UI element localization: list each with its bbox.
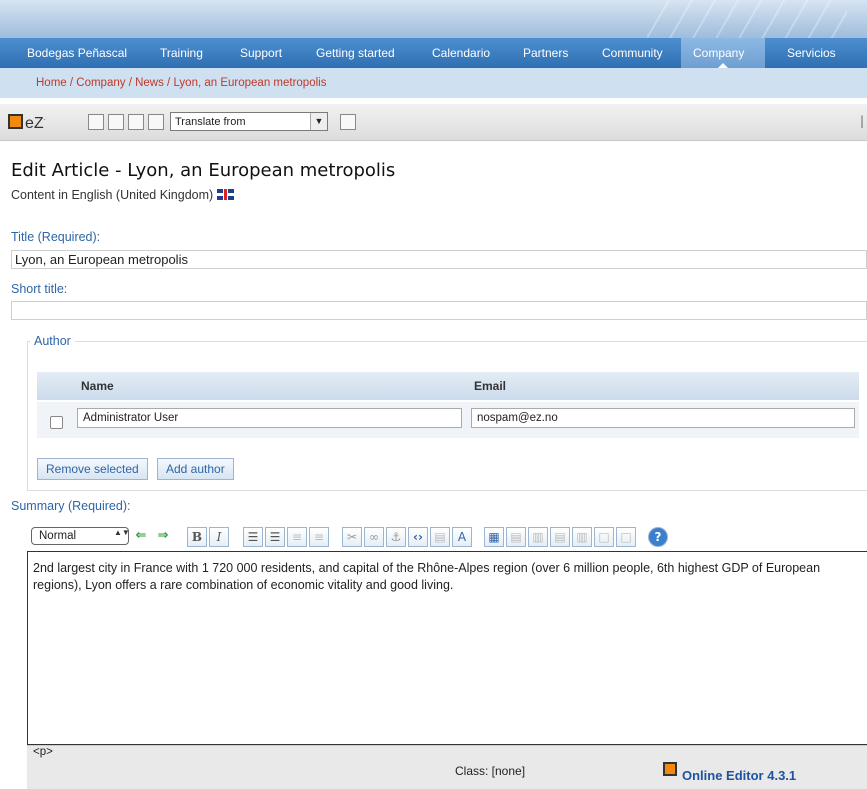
ez-logo-mark: ·: [43, 116, 47, 124]
outdent-list-icon[interactable]: ≡: [287, 527, 307, 547]
ordered-list-icon[interactable]: ☰: [243, 527, 263, 547]
breadcrumb-news[interactable]: News: [135, 77, 164, 89]
menu-item-support[interactable]: Support: [228, 38, 294, 68]
literal-icon[interactable]: ‹›: [408, 527, 428, 547]
online-editor-version-text: Online Editor 4.3.1: [682, 768, 797, 783]
link-icon[interactable]: ✂: [342, 527, 362, 547]
breadcrumb-home[interactable]: Home: [36, 77, 67, 89]
breadcrumb-bar: Home / Company / News / Lyon, an Europea…: [0, 68, 867, 98]
ez-logo[interactable]: eZ·: [8, 114, 46, 133]
menu-item-getting-started[interactable]: Getting started: [304, 38, 407, 68]
ez-logo-icon: [8, 114, 23, 129]
preview-icon[interactable]: [148, 114, 164, 130]
author-table-header: Name Email: [37, 372, 859, 400]
table-col-icon[interactable]: ▥: [528, 527, 548, 547]
add-author-button[interactable]: Add author: [157, 458, 234, 480]
class-indicator: Class: [none]: [455, 764, 526, 778]
online-editor-version[interactable]: Online Editor 4.3.1: [663, 762, 796, 783]
help-icon[interactable]: ?: [648, 527, 668, 547]
menu-item-calendario[interactable]: Calendario: [420, 38, 502, 68]
format-icon[interactable]: A: [452, 527, 472, 547]
translate-from-select[interactable]: Translate from ▼: [170, 112, 328, 131]
menu-item-servicios[interactable]: Servicios: [775, 38, 848, 68]
select-spinner-icon: ▲▼: [114, 528, 130, 537]
menu-item-community[interactable]: Community: [590, 38, 675, 68]
translate-from-value: Translate from: [175, 116, 246, 128]
anchor-icon[interactable]: ⚓: [386, 527, 406, 547]
fullscreen-icon[interactable]: □: [594, 527, 614, 547]
ez-logo-text: eZ: [25, 115, 44, 132]
page-icon[interactable]: ▤: [430, 527, 450, 547]
remove-selected-button[interactable]: Remove selected: [37, 458, 148, 480]
menu-item-training[interactable]: Training: [148, 38, 215, 68]
short-title-input[interactable]: [11, 301, 867, 320]
unordered-list-icon[interactable]: ☰: [265, 527, 285, 547]
element-path[interactable]: <p>: [33, 746, 53, 758]
table-icon[interactable]: ▦: [484, 527, 504, 547]
editor-toolbar: Normal ▲▼ ⇐ ⇒ B I ☰ ☰ ≡ ≡ ✂ ∞ ⚓ ‹› ▤ A ▦ …: [27, 524, 867, 550]
author-col-name: Name: [81, 379, 114, 393]
chevron-down-icon[interactable]: ▼: [310, 113, 327, 130]
table-row: Administrator User nospam@ez.no: [37, 402, 859, 438]
italic-button[interactable]: I: [209, 527, 229, 547]
outdent-arrow-icon[interactable]: ⇐: [131, 527, 151, 547]
unlink-icon[interactable]: ∞: [364, 527, 384, 547]
menu-item-bodegas[interactable]: Bodegas Peñascal: [15, 38, 139, 68]
author-select-checkbox[interactable]: [50, 416, 63, 429]
language-label: Content in English (United Kingdom): [11, 188, 214, 202]
summary-label: Summary (Required):: [11, 499, 131, 513]
online-editor-logo-icon: [663, 762, 677, 776]
title-input[interactable]: Lyon, an European metropolis: [11, 250, 867, 269]
table-split-icon[interactable]: ▥: [572, 527, 592, 547]
editor-statusbar: <p> Class: [none] Online Editor 4.3.1: [27, 745, 867, 789]
file-icon[interactable]: [108, 114, 124, 130]
restore-icon[interactable]: □: [616, 527, 636, 547]
breadcrumb-company[interactable]: Company: [76, 77, 125, 89]
menu-item-partners[interactable]: Partners: [511, 38, 580, 68]
copy-icon[interactable]: [88, 114, 104, 130]
author-email-input[interactable]: nospam@ez.no: [471, 408, 855, 428]
translate-icon[interactable]: [340, 114, 356, 130]
move-icon[interactable]: [128, 114, 144, 130]
short-title-label: Short title:: [11, 282, 68, 296]
paragraph-style-select[interactable]: Normal ▲▼: [31, 527, 130, 545]
paragraph-style-value: Normal: [39, 530, 77, 542]
table-merge-icon[interactable]: ▤: [550, 527, 570, 547]
table-row-icon[interactable]: ▤: [506, 527, 526, 547]
title-label: Title (Required):: [11, 230, 101, 244]
breadcrumb-current[interactable]: Lyon, an European metropolis: [173, 77, 326, 89]
bold-button[interactable]: B: [187, 527, 207, 547]
content-language: Content in English (United Kingdom): [11, 188, 235, 202]
breadcrumb-separator: /: [125, 77, 136, 89]
author-name-input[interactable]: Administrator User: [77, 408, 462, 428]
site-banner: [0, 0, 867, 38]
menu-item-company[interactable]: Company: [681, 38, 765, 68]
author-legend: Author: [34, 334, 71, 348]
banner-decoration: [647, 0, 847, 38]
main-menu: Bodegas Peñascal Training Support Gettin…: [0, 38, 867, 68]
breadcrumb: Home / Company / News / Lyon, an Europea…: [36, 68, 326, 98]
author-col-email: Email: [474, 379, 507, 393]
breadcrumb-separator: /: [163, 77, 174, 89]
toolbar-overflow-icon: |: [860, 114, 865, 128]
breadcrumb-separator: /: [66, 77, 77, 89]
summary-editor[interactable]: 2nd largest city in France with 1 720 00…: [27, 551, 867, 745]
indent-arrow-icon[interactable]: ⇒: [153, 527, 173, 547]
page-title: Edit Article - Lyon, an European metropo…: [11, 160, 396, 181]
ez-toolbar: eZ· Translate from ▼ |: [0, 104, 867, 141]
uk-flag-icon: [217, 189, 235, 200]
indent-list-icon[interactable]: ≡: [309, 527, 329, 547]
